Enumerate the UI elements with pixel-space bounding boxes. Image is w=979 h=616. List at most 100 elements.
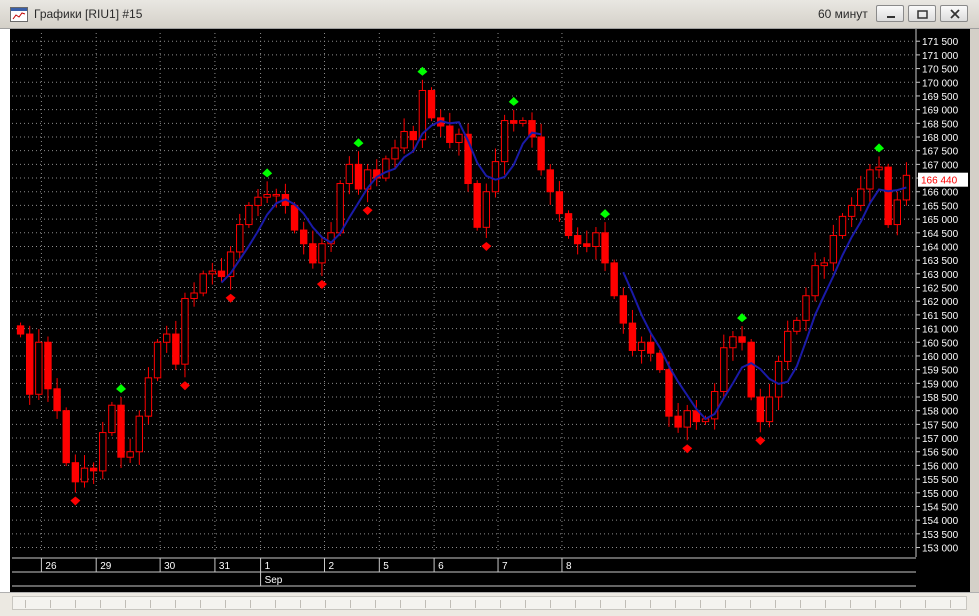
candle-bull xyxy=(336,183,344,234)
y-tick-label: 158 000 xyxy=(922,407,959,418)
scrollbar-tick xyxy=(600,600,601,608)
fractal-up-marker xyxy=(508,96,519,106)
scrollbar-tick xyxy=(25,600,26,608)
candle-bull xyxy=(720,347,728,393)
fractal-down-marker xyxy=(481,241,492,251)
left-panel-edge xyxy=(0,29,10,592)
y-tick-label: 155 000 xyxy=(922,489,959,500)
scrollbar-tick xyxy=(150,600,151,608)
candle-bull xyxy=(774,360,783,398)
candle-bull xyxy=(208,270,217,275)
timeframe-label: 60 минут xyxy=(818,7,868,21)
candle-bull xyxy=(491,161,500,193)
candle-bear xyxy=(537,136,545,171)
candle-bull xyxy=(199,273,207,294)
y-tick-label: 160 000 xyxy=(922,352,959,363)
candle-bear xyxy=(747,341,755,398)
candle-bull xyxy=(80,467,89,483)
y-tick-label: 163 500 xyxy=(922,256,959,267)
window-title: Графики [RIU1] #15 xyxy=(34,7,143,21)
candle-bull xyxy=(135,415,143,453)
fractal-up-marker xyxy=(874,143,885,153)
fractal-up-marker xyxy=(737,313,748,323)
fractal-down-marker xyxy=(362,206,373,216)
title-bar[interactable]: Графики [RIU1] #15 60 минут xyxy=(0,0,979,29)
scrollbar-tick xyxy=(650,600,651,608)
y-tick-label: 170 000 xyxy=(922,78,959,89)
y-tick-label: 164 000 xyxy=(922,242,959,253)
scrollbar-tick xyxy=(900,600,901,608)
candle-bear xyxy=(573,235,582,245)
fractal-down-marker xyxy=(225,293,236,303)
candle-bull xyxy=(838,215,847,237)
candle-bear xyxy=(117,404,125,458)
time-axis[interactable]: 26 29 30 31 1 2 5 6 7 8 Sep xyxy=(12,557,916,587)
candle-bull xyxy=(400,131,408,149)
scrollbar-tick xyxy=(675,600,676,608)
candle-bull xyxy=(391,147,399,160)
scrollbar-tick xyxy=(425,600,426,608)
minimize-icon xyxy=(887,16,895,18)
candle-bull xyxy=(802,295,810,321)
y-tick-label: 154 000 xyxy=(922,516,959,527)
candle-bull xyxy=(893,199,901,226)
last-price-label: 166 440 xyxy=(918,172,968,187)
restore-icon xyxy=(917,10,928,19)
fractal-down-marker xyxy=(70,496,81,506)
candle-bull xyxy=(254,196,262,206)
candle-bull xyxy=(857,188,865,206)
candle-bull xyxy=(126,451,134,458)
candle-bull xyxy=(108,404,116,434)
candle-bear xyxy=(583,243,591,247)
candle-bull xyxy=(181,297,189,365)
scrollbar-tick xyxy=(450,600,451,608)
y-tick-label: 171 000 xyxy=(922,51,959,62)
candle-bull xyxy=(345,163,354,185)
x-tick-label: 26 xyxy=(45,561,57,572)
price-chart[interactable]: 153 000 153 500 154 000 154 500 155 000 155 5… xyxy=(10,29,970,592)
fractal-markers xyxy=(70,66,885,506)
fractal-down-marker xyxy=(179,381,190,391)
y-tick-label: 153 500 xyxy=(922,530,959,541)
x-tick-label: 8 xyxy=(566,561,572,572)
candle-bull xyxy=(99,432,107,472)
horizontal-scrollbar[interactable] xyxy=(12,596,967,610)
candle-bull xyxy=(875,166,883,171)
scrollbar-tick xyxy=(400,600,401,608)
candle-bear xyxy=(409,131,417,141)
y-tick-label: 159 000 xyxy=(922,379,959,390)
candle-bull xyxy=(811,265,819,297)
restore-button[interactable] xyxy=(908,5,936,22)
scrollbar-tick xyxy=(625,600,626,608)
candle-bear xyxy=(546,169,554,193)
candle-bear xyxy=(555,191,564,215)
y-tick-label: 169 500 xyxy=(922,92,959,103)
scrollbar-tick xyxy=(750,600,751,608)
candle-bear xyxy=(427,89,436,119)
close-button[interactable] xyxy=(940,5,968,22)
x-tick-label: 30 xyxy=(164,561,176,572)
scrollbar-tick xyxy=(300,600,301,608)
candle-bear xyxy=(299,229,308,245)
scrollbar-tick xyxy=(575,600,576,608)
candle-bear xyxy=(62,410,70,464)
candle-bear xyxy=(665,369,673,417)
candle-bull xyxy=(236,224,244,253)
scrollbar-tick xyxy=(825,600,826,608)
candle-bear xyxy=(290,204,299,231)
y-tick-label: 157 500 xyxy=(922,420,959,431)
scrollbar-tick xyxy=(175,600,176,608)
y-tick-label: 161 500 xyxy=(922,311,959,322)
minimize-button[interactable] xyxy=(876,5,904,22)
y-tick-label: 171 500 xyxy=(922,37,959,48)
x-tick-label: 29 xyxy=(100,561,112,572)
candle-bear xyxy=(610,262,618,297)
scrollbar-tick xyxy=(500,600,501,608)
candle-bear xyxy=(510,120,518,124)
candle-bull xyxy=(866,169,874,190)
chart-area[interactable]: 153 000 153 500 154 000 154 500 155 000 155 5… xyxy=(10,29,970,592)
fractal-up-marker xyxy=(262,168,273,178)
price-axis[interactable]: 153 000 153 500 154 000 154 500 155 000 155 5… xyxy=(915,29,970,557)
scrollbar-tick xyxy=(775,600,776,608)
candle-bear xyxy=(473,183,481,228)
